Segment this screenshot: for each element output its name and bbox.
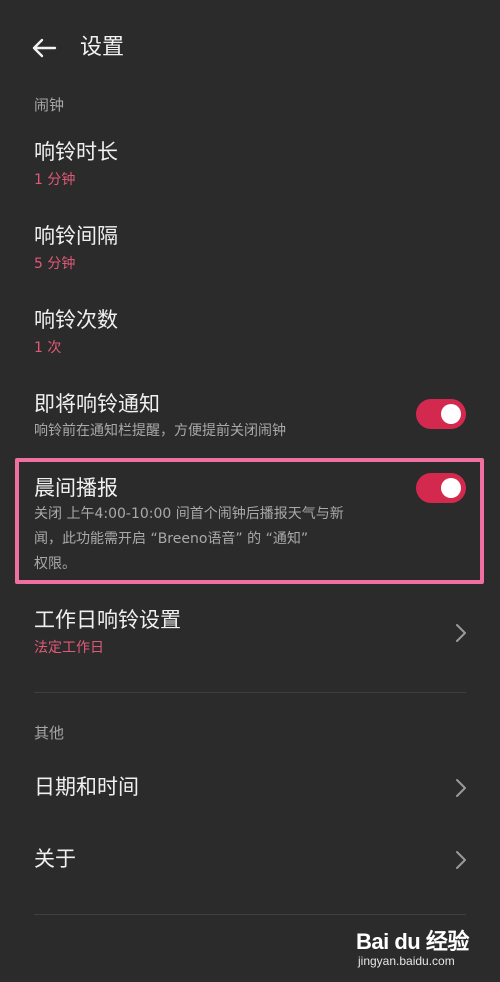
upcoming-notice-toggle[interactable] xyxy=(416,399,466,429)
morning-report-toggle[interactable] xyxy=(416,473,466,503)
ring-interval-value: 5 分钟 xyxy=(34,256,76,272)
section-label-alarm: 闹钟 xyxy=(34,96,65,114)
ring-count-value: 1 次 xyxy=(34,340,62,356)
ring-duration-item[interactable]: 响铃时长 1 分钟 xyxy=(0,130,500,198)
divider xyxy=(34,692,466,693)
ring-interval-item[interactable]: 响铃间隔 5 分钟 xyxy=(0,214,500,282)
morning-report-desc-line3: 权限。 xyxy=(34,556,76,572)
page-title: 设置 xyxy=(80,35,125,60)
back-button[interactable] xyxy=(26,30,62,66)
section-label-other: 其他 xyxy=(34,724,65,742)
date-time-title: 日期和时间 xyxy=(34,775,139,799)
morning-report-desc-line2: 闻，此功能需开启 “Breeno语音” 的 “通知” xyxy=(34,531,309,547)
morning-report-desc-line1: 关闭 上午4:00-10:00 间首个闹钟后播报天气与新 xyxy=(34,506,344,522)
morning-report-item[interactable]: 晨间播报 关闭 上午4:00-10:00 间首个闹钟后播报天气与新 闻，此功能需… xyxy=(0,466,500,576)
toggle-knob xyxy=(441,478,461,498)
workday-value: 法定工作日 xyxy=(34,640,104,656)
workday-title: 工作日响铃设置 xyxy=(34,608,181,632)
morning-report-title: 晨间播报 xyxy=(34,476,118,500)
upcoming-notice-item[interactable]: 即将响铃通知 响铃前在通知栏提醒，方便提前关闭闹钟 xyxy=(0,382,500,450)
header: 设置 xyxy=(0,0,500,96)
chevron-right-icon xyxy=(456,851,466,869)
workday-item[interactable]: 工作日响铃设置 法定工作日 xyxy=(0,598,500,666)
upcoming-notice-title: 即将响铃通知 xyxy=(34,392,160,416)
back-arrow-icon xyxy=(32,38,57,58)
date-time-item[interactable]: 日期和时间 xyxy=(0,758,500,818)
ring-duration-title: 响铃时长 xyxy=(34,140,118,164)
chevron-right-icon xyxy=(456,624,466,642)
ring-count-item[interactable]: 响铃次数 1 次 xyxy=(0,298,500,366)
toggle-knob xyxy=(441,404,461,424)
upcoming-notice-desc: 响铃前在通知栏提醒，方便提前关闭闹钟 xyxy=(34,423,286,439)
ring-duration-value: 1 分钟 xyxy=(34,172,76,188)
chevron-right-icon xyxy=(456,779,466,797)
about-title: 关于 xyxy=(34,847,76,871)
ring-count-title: 响铃次数 xyxy=(34,308,118,332)
ring-interval-title: 响铃间隔 xyxy=(34,224,118,248)
about-item[interactable]: 关于 xyxy=(0,830,500,890)
baidu-jingyan-watermark: Bai du 经验 jingyan.baidu.com xyxy=(356,924,476,974)
divider xyxy=(34,914,466,915)
watermark-brand: Bai du 经验 xyxy=(356,929,469,954)
watermark-url: jingyan.baidu.com xyxy=(358,954,455,968)
